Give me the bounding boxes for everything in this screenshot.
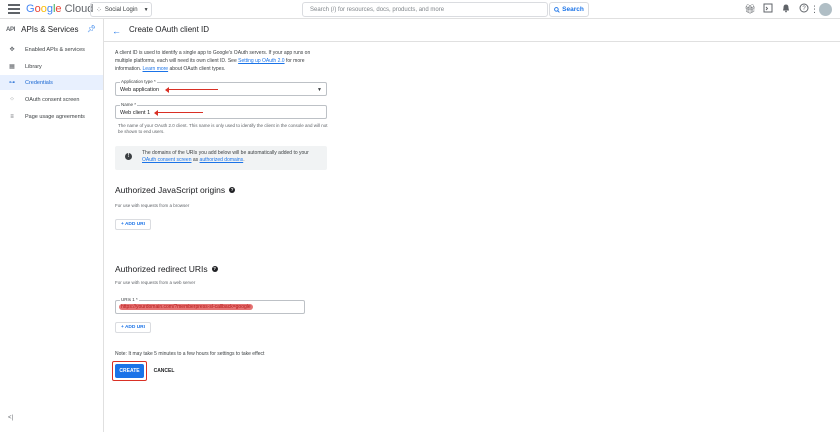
add-redirect-uri-button[interactable]: + ADD URI [115, 322, 151, 333]
name-hint: The name of your OAuth 2.0 client. This … [118, 123, 328, 134]
sidebar-header: API APIs & Services 📌︎ [6, 25, 100, 34]
help-icon[interactable]: ? [798, 3, 810, 15]
consent-icon: ⁘ [9, 97, 15, 103]
annotation-arrow [154, 109, 203, 116]
setting-up-oauth-link[interactable]: Setting up OAuth 2.0 [238, 58, 284, 64]
api-badge-icon: API [6, 26, 16, 33]
search-input[interactable]: Search (/) for resources, docs, products… [302, 2, 548, 17]
key-icon: ⊶ [9, 80, 15, 86]
js-origins-subtitle: For use with requests from a browser [115, 203, 190, 208]
sidebar-item-enabled-apis[interactable]: ✥ Enabled APIs & services [0, 42, 103, 57]
google-cloud-logo[interactable]: Google Cloud [26, 3, 93, 15]
more-vert-icon[interactable]: ⋮ [810, 3, 819, 15]
info-box: ! The domains of the URIs you add below … [115, 146, 327, 170]
chevron-down-icon: ▼ [143, 6, 149, 13]
sidebar: API APIs & Services 📌︎ ✥ Enabled APIs & … [0, 19, 104, 432]
diamond-icon: ✥ [9, 47, 15, 53]
sidebar-title: APIs & Services [21, 25, 79, 34]
sidebar-item-oauth-consent[interactable]: ⁘ OAuth consent screen [0, 92, 103, 107]
project-selector[interactable]: ⁘ Social Login ▼ [90, 2, 152, 17]
pin-icon[interactable]: 📌︎ [87, 25, 96, 33]
js-origins-title: Authorized JavaScript origins ? [115, 185, 236, 195]
authorized-domains-link[interactable]: authorized domains [200, 157, 244, 163]
uri-value-highlight: https://yourdomain.com/?memberpress-sl-c… [119, 304, 253, 310]
sidebar-item-credentials[interactable]: ⊶ Credentials [0, 75, 103, 90]
top-bar: Google Cloud ⁘ Social Login ▼ Search (/)… [0, 0, 840, 19]
propagation-note: Note: It may take 5 minutes to a few hou… [115, 351, 265, 357]
project-dots-icon: ⁘ [96, 6, 102, 14]
application-type-select[interactable]: Application type * Web application ▼ [115, 79, 327, 96]
search-icon [554, 6, 560, 13]
page-title: Create OAuth client ID [129, 25, 210, 34]
add-js-origin-uri-button[interactable]: + ADD URI [115, 219, 151, 230]
bell-icon[interactable] [780, 3, 792, 15]
info-icon: ! [125, 153, 132, 160]
redirect-uris-subtitle: For use with requests from a web server [115, 280, 196, 285]
terminal-icon[interactable] [762, 3, 774, 15]
create-button[interactable]: CREATE [115, 364, 144, 378]
library-icon: ▦ [9, 64, 15, 70]
gift-icon[interactable]: 🎁︎ [744, 3, 756, 15]
cancel-button[interactable]: CANCEL [153, 364, 175, 378]
oauth-consent-screen-link[interactable]: OAuth consent screen [142, 157, 191, 163]
name-field[interactable]: Name * Web client 1 [115, 102, 327, 119]
main-content: ← Create OAuth client ID A client ID is … [104, 19, 840, 432]
title-divider [104, 41, 840, 42]
sidebar-item-page-usage[interactable]: ≡ Page usage agreements [0, 109, 103, 124]
annotation-arrow [165, 86, 218, 93]
dropdown-arrow-icon: ▼ [317, 87, 322, 93]
agreements-icon: ≡ [10, 113, 14, 120]
collapse-sidebar-button[interactable]: <| [8, 415, 13, 421]
help-icon[interactable]: ? [211, 266, 218, 272]
avatar[interactable] [819, 3, 832, 16]
menu-icon[interactable] [8, 4, 20, 14]
back-arrow-icon[interactable]: ← [112, 26, 121, 36]
sidebar-item-library[interactable]: ▦ Library [0, 59, 103, 74]
redirect-uris-title: Authorized redirect URIs ? [115, 264, 218, 274]
project-name: Social Login [104, 6, 138, 13]
help-icon[interactable]: ? [229, 187, 236, 193]
redirect-uri-input[interactable]: URIs 1 * https://yourdomain.com/?memberp… [115, 297, 305, 314]
search-button[interactable]: Search [549, 2, 589, 17]
intro-text: A client ID is used to identify a single… [115, 50, 311, 72]
learn-more-link[interactable]: Learn more [143, 66, 169, 72]
